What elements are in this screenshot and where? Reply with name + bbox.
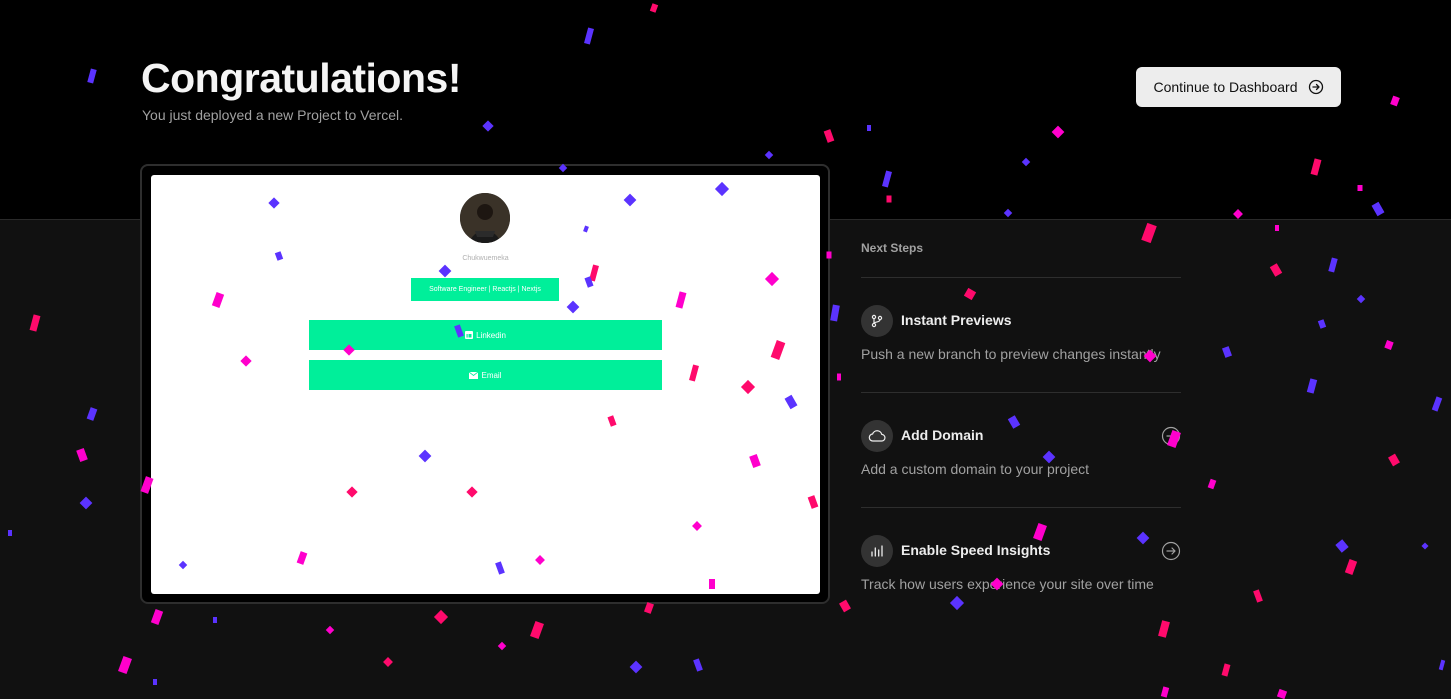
divider bbox=[861, 507, 1181, 508]
cloud-icon bbox=[861, 420, 893, 452]
preview-screen: Chukwuemeka Software Engineer | Reactjs … bbox=[151, 175, 820, 594]
page-title: Congratulations! bbox=[141, 55, 461, 101]
step-title: Instant Previews bbox=[901, 312, 1012, 328]
mail-icon bbox=[469, 371, 479, 379]
step-description: Track how users experience your site ove… bbox=[861, 576, 1154, 592]
page-subtitle: You just deployed a new Project to Verce… bbox=[142, 107, 403, 123]
linkedin-icon bbox=[465, 331, 474, 339]
continue-to-dashboard-button[interactable]: Continue to Dashboard bbox=[1136, 67, 1341, 107]
bar-chart-icon bbox=[861, 535, 893, 567]
deploy-success-page: Congratulations! You just deployed a new… bbox=[0, 0, 1451, 699]
arrow-right-circle-icon[interactable] bbox=[1161, 426, 1181, 446]
deployment-preview[interactable]: Chukwuemeka Software Engineer | Reactjs … bbox=[140, 164, 830, 604]
step-enable-speed-insights[interactable]: Enable Speed Insights Track how users ex… bbox=[861, 535, 1181, 635]
profile-tagline: Software Engineer | Reactjs | Nextjs bbox=[411, 278, 559, 301]
arrow-right-circle-icon bbox=[1308, 79, 1323, 95]
step-description: Add a custom domain to your project bbox=[861, 461, 1090, 477]
linkedin-link-button[interactable]: Linkedin bbox=[309, 320, 662, 350]
continue-to-dashboard-label: Continue to Dashboard bbox=[1153, 79, 1298, 95]
arrow-right-circle-icon[interactable] bbox=[1161, 541, 1181, 561]
avatar bbox=[460, 193, 510, 243]
divider bbox=[861, 277, 1181, 278]
next-steps-heading: Next Steps bbox=[861, 241, 924, 255]
linkedin-label: Linkedin bbox=[476, 330, 506, 340]
step-title: Enable Speed Insights bbox=[901, 542, 1051, 558]
email-link-button[interactable]: Email bbox=[309, 360, 662, 390]
step-description: Push a new branch to preview changes ins… bbox=[861, 346, 1161, 362]
step-instant-previews: Instant Previews Push a new branch to pr… bbox=[861, 305, 1181, 405]
git-branch-icon bbox=[861, 305, 893, 337]
profile-name: Chukwuemeka bbox=[462, 255, 509, 262]
step-add-domain[interactable]: Add Domain Add a custom domain to your p… bbox=[861, 420, 1181, 520]
step-title: Add Domain bbox=[901, 427, 984, 443]
email-label: Email bbox=[481, 370, 502, 380]
divider bbox=[861, 392, 1181, 393]
